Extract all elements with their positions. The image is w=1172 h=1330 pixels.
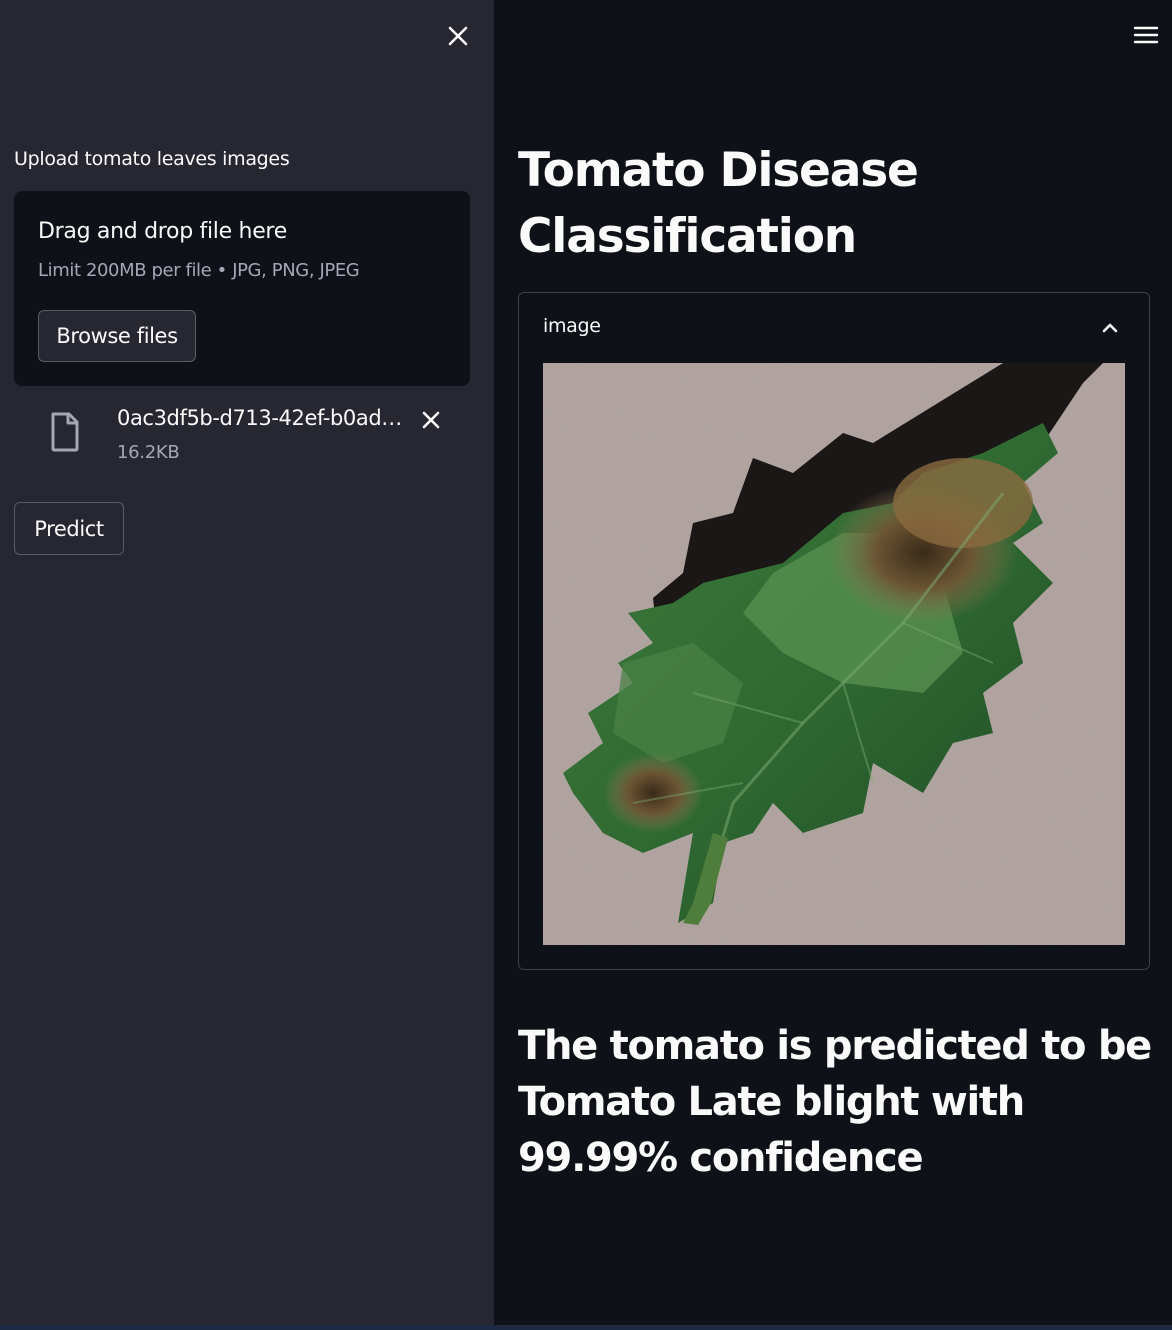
sidebar: Upload tomato leaves images Drag and dro…	[0, 0, 494, 1325]
close-icon	[422, 411, 440, 429]
hamburger-menu-icon	[1133, 26, 1159, 44]
file-dropzone[interactable]: Drag and drop file here Limit 200MB per …	[14, 191, 470, 386]
image-expander: image	[518, 292, 1150, 970]
uploader-label: Upload tomato leaves images	[14, 148, 290, 170]
close-icon	[448, 26, 468, 46]
predict-button[interactable]: Predict	[14, 502, 124, 555]
dropzone-limit-text: Limit 200MB per file • JPG, PNG, JPEG	[38, 260, 360, 281]
blight-lesion	[893, 458, 1033, 548]
file-icon	[51, 412, 79, 452]
main-menu-button[interactable]	[1128, 18, 1164, 52]
uploaded-file-name: 0ac3df5b-d713-42ef-b0ad-…	[117, 406, 407, 430]
app: Upload tomato leaves images Drag and dro…	[0, 0, 1172, 1330]
browse-files-button[interactable]: Browse files	[38, 310, 196, 362]
sidebar-close-button[interactable]	[440, 18, 476, 54]
remove-file-button[interactable]	[417, 406, 445, 434]
chevron-up-icon	[1102, 323, 1118, 333]
uploaded-file-size: 16.2KB	[117, 442, 180, 463]
page-title: Tomato Disease Classification	[518, 143, 919, 264]
expander-header[interactable]: image	[519, 293, 1149, 363]
bottom-edge	[0, 1325, 1172, 1330]
dropzone-title: Drag and drop file here	[38, 219, 287, 244]
expander-label: image	[543, 315, 601, 337]
tomato-leaf-image	[543, 363, 1125, 945]
prediction-result: The tomato is predicted to be Tomato Lat…	[518, 1023, 1152, 1181]
uploaded-file-item: 0ac3df5b-d713-42ef-b0ad-… 16.2KB	[14, 400, 470, 476]
